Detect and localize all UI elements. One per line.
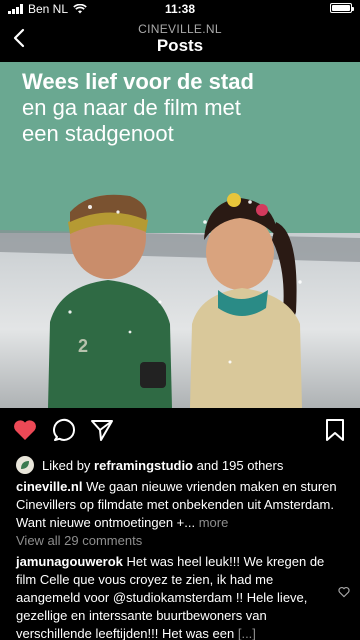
post-image[interactable]: 2 Wees lief voor de stad en ga naar de f… xyxy=(0,62,360,408)
headline-line-3: een stadgenoot xyxy=(22,121,174,146)
header: CINEVILLE.NL Posts xyxy=(0,18,360,60)
headline-line-2: en ga naar de film met xyxy=(22,95,241,120)
header-account: CINEVILLE.NL xyxy=(138,22,222,36)
comment-username[interactable]: jamunagouwerok xyxy=(16,554,123,569)
action-row xyxy=(0,418,360,446)
share-icon[interactable] xyxy=(90,418,114,442)
leaf-icon xyxy=(21,461,29,469)
comment-icon[interactable] xyxy=(52,418,76,442)
caption-more-link[interactable]: more xyxy=(195,515,229,530)
heart-icon[interactable] xyxy=(12,418,38,442)
likes-user-link[interactable]: reframingstudio xyxy=(94,458,193,473)
bookmark-icon[interactable] xyxy=(324,418,346,442)
svg-text:2: 2 xyxy=(78,336,88,356)
caption-username[interactable]: cineville.nl xyxy=(16,479,82,494)
page-title: Posts xyxy=(156,36,204,55)
battery-icon xyxy=(330,3,354,13)
headline-line-1: Wees lief voor de stad xyxy=(22,69,254,94)
liker-avatar[interactable] xyxy=(16,456,34,474)
comment-heart-icon[interactable] xyxy=(338,586,350,598)
likes-line: Liked by reframingstudio and 195 others xyxy=(16,456,350,474)
post-caption: cineville.nl We gaan nieuwe vrienden mak… xyxy=(16,478,350,532)
comment-more-link[interactable]: [...] xyxy=(234,626,256,640)
view-all-comments-link[interactable]: View all 29 comments xyxy=(16,533,142,548)
likes-suffix[interactable]: and 195 others xyxy=(193,458,284,473)
likes-prefix: Liked by xyxy=(42,457,95,473)
status-right xyxy=(330,3,354,13)
status-bar: Ben NL 11:38 xyxy=(0,0,360,18)
status-time: 11:38 xyxy=(164,2,196,16)
comment-item: jamunagouwerok Het was heel leuk!!! We k… xyxy=(16,553,332,640)
image-headline: Wees lief voor de stad en ga naar de fil… xyxy=(22,69,254,147)
